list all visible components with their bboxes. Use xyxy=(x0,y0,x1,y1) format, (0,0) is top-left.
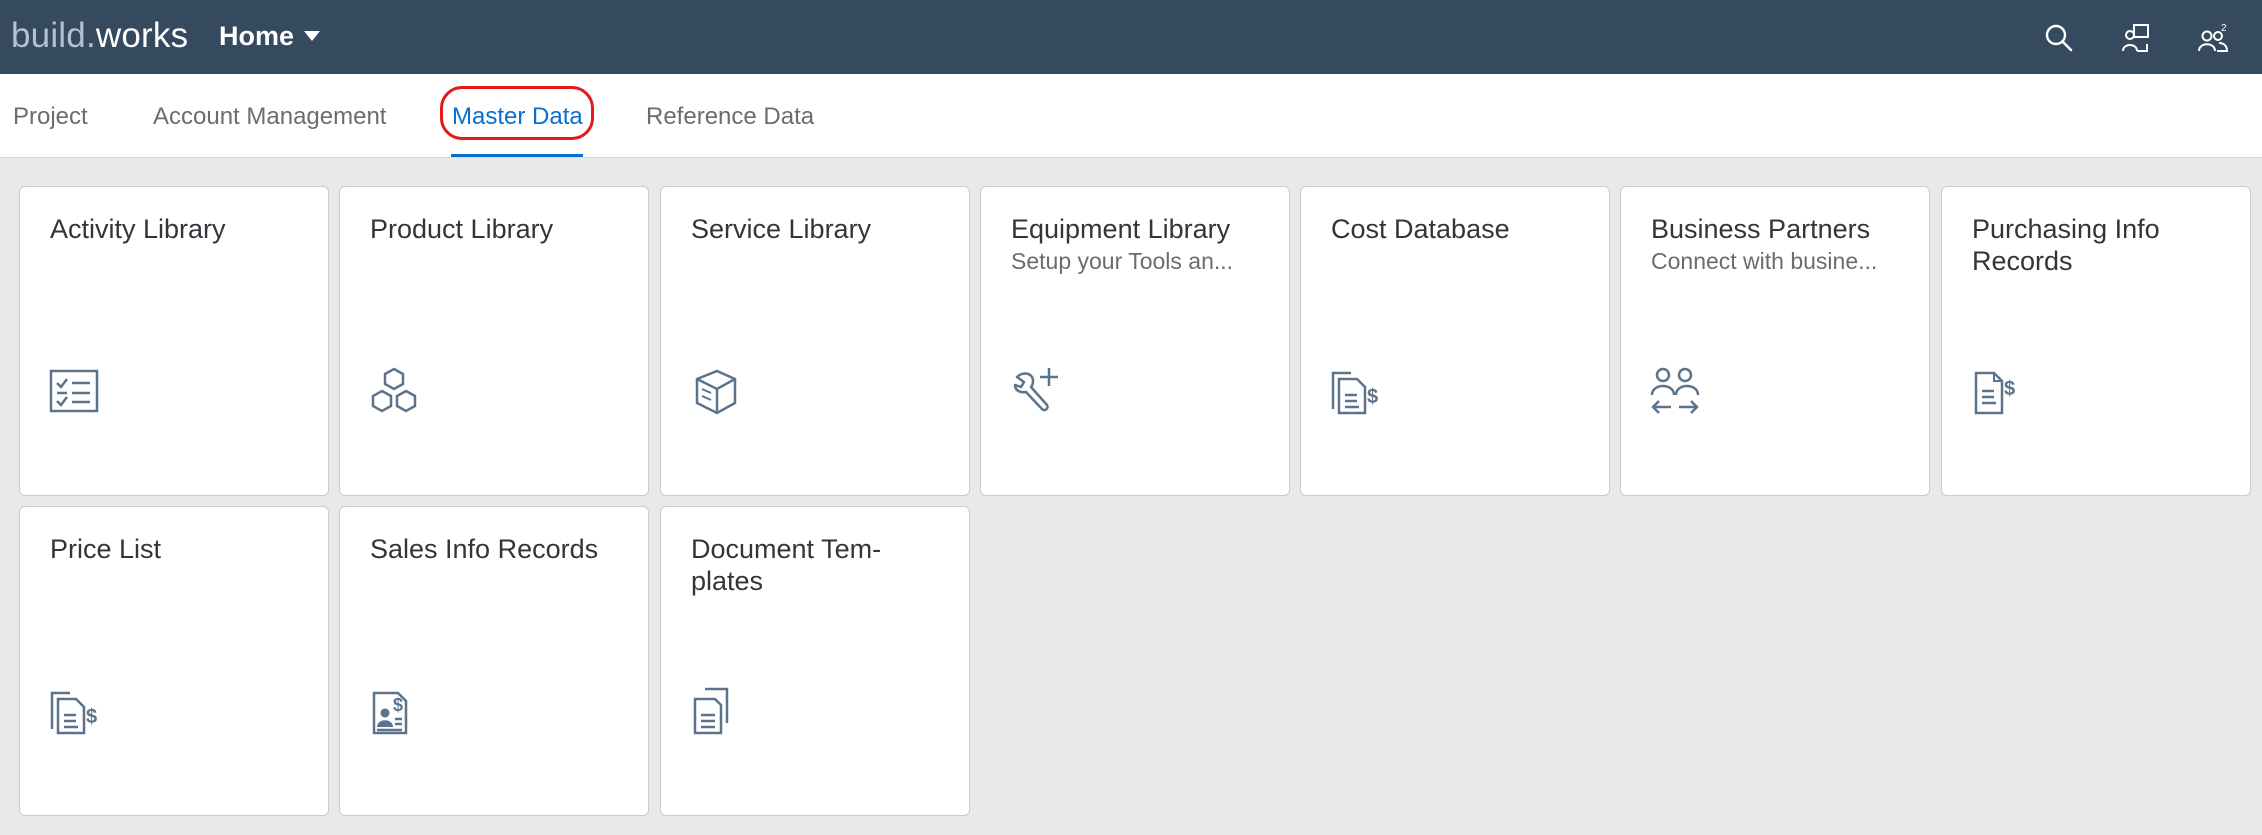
chevron-down-icon xyxy=(304,31,321,41)
checklist-icon xyxy=(48,365,104,421)
search-button[interactable] xyxy=(2039,18,2079,58)
purchase-document-icon: $ xyxy=(1970,365,2026,421)
tile-title: Purchasing Info Records xyxy=(1972,214,2160,276)
feedback-icon xyxy=(2122,24,2149,52)
tile-subtitle: Connect with busine... xyxy=(1651,248,1878,274)
tile-purchasing-info-records[interactable]: Purchasing Info Records $ xyxy=(1941,186,2251,496)
svg-text:2: 2 xyxy=(2221,23,2227,34)
tile-document-templates[interactable]: Document Tem-plates xyxy=(660,506,970,816)
tile-title: Service Library xyxy=(691,214,872,244)
svg-text:$: $ xyxy=(393,695,403,715)
svg-text:$: $ xyxy=(2004,378,2015,400)
product-cubes-icon xyxy=(368,365,424,421)
logo-text-build: build xyxy=(11,16,86,55)
logo-text-works: works xyxy=(95,16,189,55)
tile-equipment-library[interactable]: Equipment Library Setup your Tools an... xyxy=(980,186,1290,496)
logo-text-dot: . xyxy=(85,16,96,55)
tile-title: Equipment Library xyxy=(1011,214,1231,244)
user-settings-icon: 2 xyxy=(2198,23,2229,52)
tile-title: Business Partners xyxy=(1651,214,1871,244)
user-settings-button[interactable]: 2 xyxy=(2193,18,2233,58)
selected-tab-indicator xyxy=(451,154,583,157)
price-list-icon: $ xyxy=(48,685,104,741)
svg-text:$: $ xyxy=(1367,386,1378,408)
wrench-add-icon xyxy=(1009,365,1065,421)
tab-master-data[interactable]: Master Data xyxy=(452,100,583,134)
tile-business-partners[interactable]: Business Partners Connect with busine... xyxy=(1620,186,1930,496)
search-icon xyxy=(2045,24,2073,52)
partners-exchange-icon xyxy=(1649,365,1705,421)
tile-cost-database[interactable]: Cost Database $ xyxy=(1300,186,1610,496)
tile-title: Document Tem-plates xyxy=(691,534,882,596)
tile-title: Cost Database xyxy=(1331,214,1510,244)
tile-title: Product Library xyxy=(370,214,554,244)
tile-service-library[interactable]: Service Library xyxy=(660,186,970,496)
tile-title: Activity Library xyxy=(50,214,226,244)
sales-record-icon: $ xyxy=(368,685,424,741)
tile-title: Price List xyxy=(50,534,162,564)
tab-project[interactable]: Project xyxy=(13,100,88,134)
tile-product-library[interactable]: Product Library xyxy=(339,186,649,496)
service-package-icon xyxy=(689,365,745,421)
tile-title: Sales Info Records xyxy=(370,534,599,564)
home-menu-button[interactable]: Home xyxy=(219,18,321,54)
home-menu-label: Home xyxy=(219,20,295,51)
document-templates-icon xyxy=(689,685,745,741)
feedback-button[interactable] xyxy=(2116,18,2156,58)
tab-account-management[interactable]: Account Management xyxy=(153,100,386,134)
app-logo[interactable]: build.works xyxy=(11,16,188,56)
tile-activity-library[interactable]: Activity Library xyxy=(19,186,329,496)
shell-bar: build.works Home 2 xyxy=(0,0,2262,74)
tile-subtitle: Setup your Tools an... xyxy=(1011,248,1234,274)
svg-text:$: $ xyxy=(86,706,97,728)
cost-documents-icon: $ xyxy=(1329,365,1385,421)
tile-sales-info-records[interactable]: Sales Info Records $ xyxy=(339,506,649,816)
tab-bar: Project Account Management Master Data R… xyxy=(0,74,2262,158)
tab-reference-data[interactable]: Reference Data xyxy=(646,100,814,134)
tile-price-list[interactable]: Price List $ xyxy=(19,506,329,816)
